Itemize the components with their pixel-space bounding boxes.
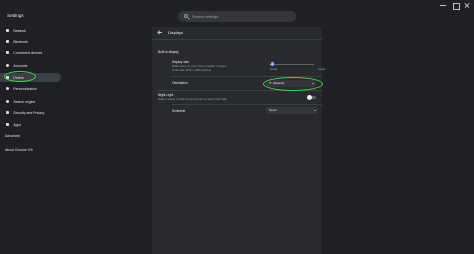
window-controls — [440, 2, 470, 10]
maximize-icon[interactable] — [452, 2, 460, 10]
night-light-toggle[interactable] — [307, 94, 316, 100]
search-icon — [184, 14, 188, 18]
wifi-icon — [6, 28, 10, 33]
display-size-slider[interactable] — [270, 62, 314, 66]
search-box[interactable] — [178, 11, 296, 22]
slider-handle[interactable] — [270, 62, 274, 66]
sidebar-item-accounts[interactable]: Accounts — [0, 61, 61, 70]
sidebar-item-label: Bluetooth — [13, 39, 28, 44]
sidebar: Network Bluetooth Connected devices Acco… — [0, 28, 64, 254]
brush-icon — [6, 86, 10, 91]
row-divider — [172, 104, 322, 105]
title-bar: Settings — [0, 0, 474, 28]
sidebar-item-label: Security and Privacy — [13, 110, 45, 115]
sidebar-item-label: Connected devices — [13, 50, 43, 55]
slider-min-label: Small — [270, 67, 277, 71]
close-icon[interactable] — [464, 2, 470, 8]
toggle-knob — [307, 94, 312, 100]
search-icon — [6, 99, 10, 104]
slider-max-label: Large — [318, 67, 326, 71]
search-input[interactable] — [192, 13, 290, 20]
sidebar-advanced[interactable]: Advanced — [5, 134, 20, 138]
sidebar-item-label: Apps — [13, 122, 22, 127]
phone-icon — [6, 50, 10, 55]
app-title: Settings — [7, 13, 24, 18]
shield-icon — [6, 110, 10, 115]
sidebar-item-connected-devices[interactable]: Connected devices — [0, 48, 61, 57]
schedule-label: Schedule — [172, 109, 186, 113]
sidebar-item-security-and-privacy[interactable]: Security and Privacy — [0, 108, 61, 117]
schedule-select[interactable]: Never — [266, 107, 318, 114]
back-arrow-icon[interactable] — [158, 30, 162, 34]
highlight-ellipse-device — [4, 71, 36, 82]
header-divider — [152, 39, 322, 40]
sidebar-item-label: Network — [13, 28, 26, 33]
minimize-icon[interactable] — [440, 2, 446, 8]
sidebar-about-chrome-os[interactable]: About Chrome OS — [5, 148, 33, 152]
display-size-resolution: Looks like 1920 x 1080 (Native) — [172, 67, 212, 72]
sidebar-item-personalization[interactable]: Personalization — [0, 84, 61, 93]
apps-icon — [6, 122, 10, 127]
sidebar-item-label: Personalization — [13, 86, 37, 91]
highlight-ellipse-orientation — [263, 76, 323, 91]
chevron-down-icon — [313, 109, 316, 111]
sidebar-item-label: Search engine — [13, 99, 36, 104]
schedule-select-value: Never — [269, 108, 278, 112]
orientation-label: Orientation — [172, 81, 188, 85]
sidebar-item-network[interactable]: Network — [0, 26, 61, 35]
displays-panel: Displays Built-in display Display size M… — [152, 27, 326, 254]
sidebar-item-label: Accounts — [13, 63, 28, 68]
bluetooth-icon — [6, 39, 10, 44]
page-title: Displays — [168, 30, 184, 35]
person-icon — [6, 63, 10, 68]
night-light-description: Make it easier to look at your screen or… — [158, 96, 227, 101]
sidebar-item-bluetooth[interactable]: Bluetooth — [0, 37, 61, 46]
section-title: Built-in display — [158, 50, 179, 54]
sidebar-item-apps[interactable]: Apps — [0, 120, 61, 129]
sidebar-item-search-engine[interactable]: Search engine — [0, 97, 61, 106]
